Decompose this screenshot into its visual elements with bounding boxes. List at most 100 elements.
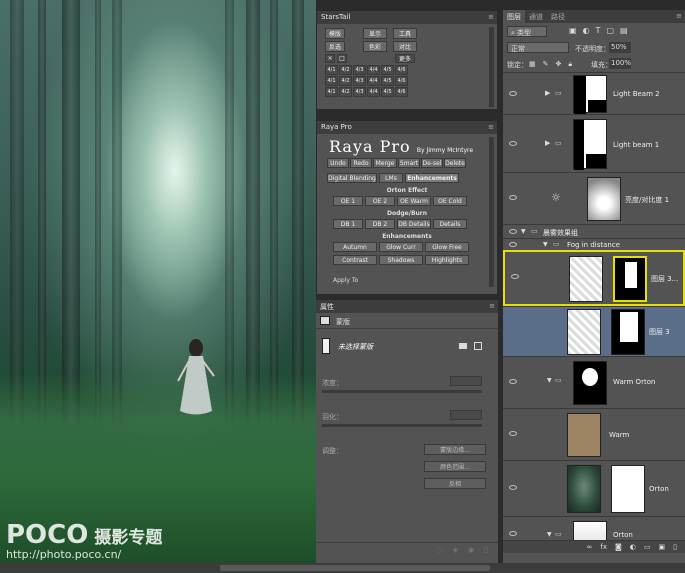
starstail-btn-x[interactable]: × <box>325 54 335 63</box>
eye-icon[interactable] <box>511 274 519 279</box>
starstail-btn-template[interactable]: 模版 <box>325 28 345 39</box>
layer-mask-thumb[interactable] <box>611 465 645 513</box>
group-row[interactable]: ▼ ▭ Orton <box>503 516 685 540</box>
starstail-btn-display[interactable]: 显示 <box>363 28 387 39</box>
layer-mask-thumb[interactable] <box>587 177 621 221</box>
collapse-arrow-icon[interactable]: ▼ <box>547 531 552 538</box>
eye-icon[interactable] <box>509 531 517 536</box>
load-selection-icon[interactable]: ◌ <box>437 546 443 554</box>
starstail-btn-contrast[interactable]: 对比 <box>393 41 417 52</box>
eye-icon[interactable] <box>509 91 517 96</box>
raya-redo-button[interactable]: Redo <box>350 158 372 168</box>
raya-tab-digital-blending[interactable]: Digital Blending <box>327 173 377 183</box>
color-range-button[interactable]: 颜色范围... <box>424 461 486 472</box>
pixel-filter-icon[interactable]: ▣ <box>569 26 577 35</box>
details-button[interactable]: Details <box>433 219 467 229</box>
group-row[interactable]: ▼ ▭ Fog in distance <box>503 238 685 250</box>
vector-mask-icon[interactable] <box>474 342 482 350</box>
oe-cold-button[interactable]: OE Cold <box>433 196 467 206</box>
autumn-button[interactable]: Autumn <box>333 242 377 252</box>
layer-thumb[interactable] <box>567 465 601 513</box>
starstail-grid-button[interactable]: 4/2 <box>339 65 352 75</box>
expand-arrow-icon[interactable]: ▶ <box>545 139 550 147</box>
horizontal-scrollbar[interactable] <box>0 563 685 573</box>
starstail-grid-button[interactable]: 4/5 <box>381 76 394 86</box>
starstail-grid-button[interactable]: 4/6 <box>395 76 408 86</box>
starstail-btn-tools[interactable]: 工具 <box>393 28 417 39</box>
link-icon[interactable]: ∞ <box>587 543 593 551</box>
collapse-arrow-icon[interactable]: ▼ <box>547 377 552 384</box>
trash-icon[interactable]: ▯ <box>673 543 677 551</box>
collapse-arrow-icon[interactable]: ▼ <box>543 241 548 248</box>
layer-mask-thumb[interactable] <box>573 119 607 170</box>
starstail-grid-button[interactable]: 4/5 <box>381 65 394 75</box>
starstail-grid-button[interactable]: 4/4 <box>367 87 380 97</box>
layer-row[interactable]: ▶ ▭ Light beam 1 <box>503 114 685 172</box>
feather-slider[interactable] <box>322 424 482 427</box>
raya-tab-enhancements[interactable]: Enhancements <box>405 173 459 183</box>
eye-icon[interactable] <box>509 242 517 247</box>
layer-kind-filter[interactable]: ⌕ 类型 <box>507 26 547 37</box>
layer-mask-thumb[interactable] <box>573 361 607 405</box>
shadows-button[interactable]: Shadows <box>379 255 423 265</box>
trash-icon[interactable]: ▯ <box>484 546 488 554</box>
raya-merge-button[interactable]: Merge <box>373 158 397 168</box>
panel-menu-icon[interactable]: ≡ <box>676 12 682 20</box>
eye-icon[interactable] <box>509 379 517 384</box>
eye-icon[interactable] <box>509 229 517 234</box>
raya-undo-button[interactable]: Undo <box>327 158 349 168</box>
mask-edge-button[interactable]: 蒙版边缘... <box>424 444 486 455</box>
glow-free-button[interactable]: Glow Free <box>425 242 469 252</box>
eye-icon[interactable] <box>509 431 517 436</box>
shape-filter-icon[interactable]: ▢ <box>606 26 614 35</box>
starstail-grid-button[interactable]: 4/3 <box>353 76 366 86</box>
starstail-grid-button[interactable]: 4/4 <box>367 76 380 86</box>
layer-row[interactable]: ▶ ▭ Light Beam 2 <box>503 72 685 114</box>
blend-mode-select[interactable]: 正常 <box>507 42 569 53</box>
starstail-grid-button[interactable]: 4/3 <box>353 87 366 97</box>
layer-thumb[interactable] <box>567 309 601 355</box>
adjustment-icon[interactable]: ◐ <box>630 543 636 551</box>
starstail-btn-more[interactable]: 更多 <box>395 54 415 63</box>
visibility-icon[interactable]: ◉ <box>468 546 474 554</box>
glow-curr-button[interactable]: Glow Curr <box>379 242 423 252</box>
lock-transparent-icon[interactable]: ▦ <box>529 60 536 69</box>
oe-warm-button[interactable]: OE Warm <box>397 196 431 206</box>
layer-mask-thumb[interactable] <box>573 75 607 114</box>
oe1-button[interactable]: OE 1 <box>333 196 363 206</box>
group-row[interactable]: ▼ ▭ 晨雾效果组 <box>503 224 685 238</box>
lock-pixels-icon[interactable]: ✎ <box>543 60 549 69</box>
lock-position-icon[interactable]: ✥ <box>556 60 562 69</box>
starstail-btn-invert[interactable]: 反选 <box>325 41 345 52</box>
invert-button[interactable]: 反相 <box>424 478 486 489</box>
density-slider[interactable] <box>322 390 482 393</box>
starstail-grid-button[interactable]: 4/2 <box>339 76 352 86</box>
lock-all-icon[interactable]: 🔒︎ <box>568 60 572 69</box>
fill-field[interactable]: 100% <box>609 58 631 69</box>
new-layer-icon[interactable]: ▣ <box>659 543 666 551</box>
starstail-grid-button[interactable]: 4/4 <box>367 65 380 75</box>
db2-button[interactable]: DB 2 <box>365 219 395 229</box>
contrast-button[interactable]: Contrast <box>333 255 377 265</box>
layer-row-highlighted[interactable]: 图层 3... <box>503 250 685 306</box>
eye-icon[interactable] <box>509 485 517 490</box>
type-filter-icon[interactable]: T <box>596 26 601 35</box>
starstail-grid-button[interactable]: 4/1 <box>325 76 338 86</box>
starstail-grid-button[interactable]: 4/6 <box>395 65 408 75</box>
tab-layers[interactable]: 图层 <box>503 10 525 23</box>
adjustment-filter-icon[interactable]: ◐ <box>583 26 590 35</box>
oe2-button[interactable]: OE 2 <box>365 196 395 206</box>
layer-row[interactable]: Warm <box>503 408 685 460</box>
layer-row-selected[interactable]: 图层 3 <box>503 306 685 356</box>
db1-button[interactable]: DB 1 <box>333 219 363 229</box>
feather-field[interactable] <box>450 410 482 420</box>
highlights-button[interactable]: Highlights <box>425 255 469 265</box>
layer-row[interactable]: Orton <box>503 460 685 516</box>
eye-icon[interactable] <box>509 195 517 200</box>
layer-thumb[interactable] <box>569 256 603 302</box>
starstail-grid-button[interactable]: 4/6 <box>395 87 408 97</box>
expand-arrow-icon[interactable]: ▶ <box>545 89 550 97</box>
starstail-btn-color[interactable]: 色彩 <box>363 41 387 52</box>
fx-icon[interactable]: fx <box>600 543 607 551</box>
raya-smart-button[interactable]: Smart <box>398 158 420 168</box>
